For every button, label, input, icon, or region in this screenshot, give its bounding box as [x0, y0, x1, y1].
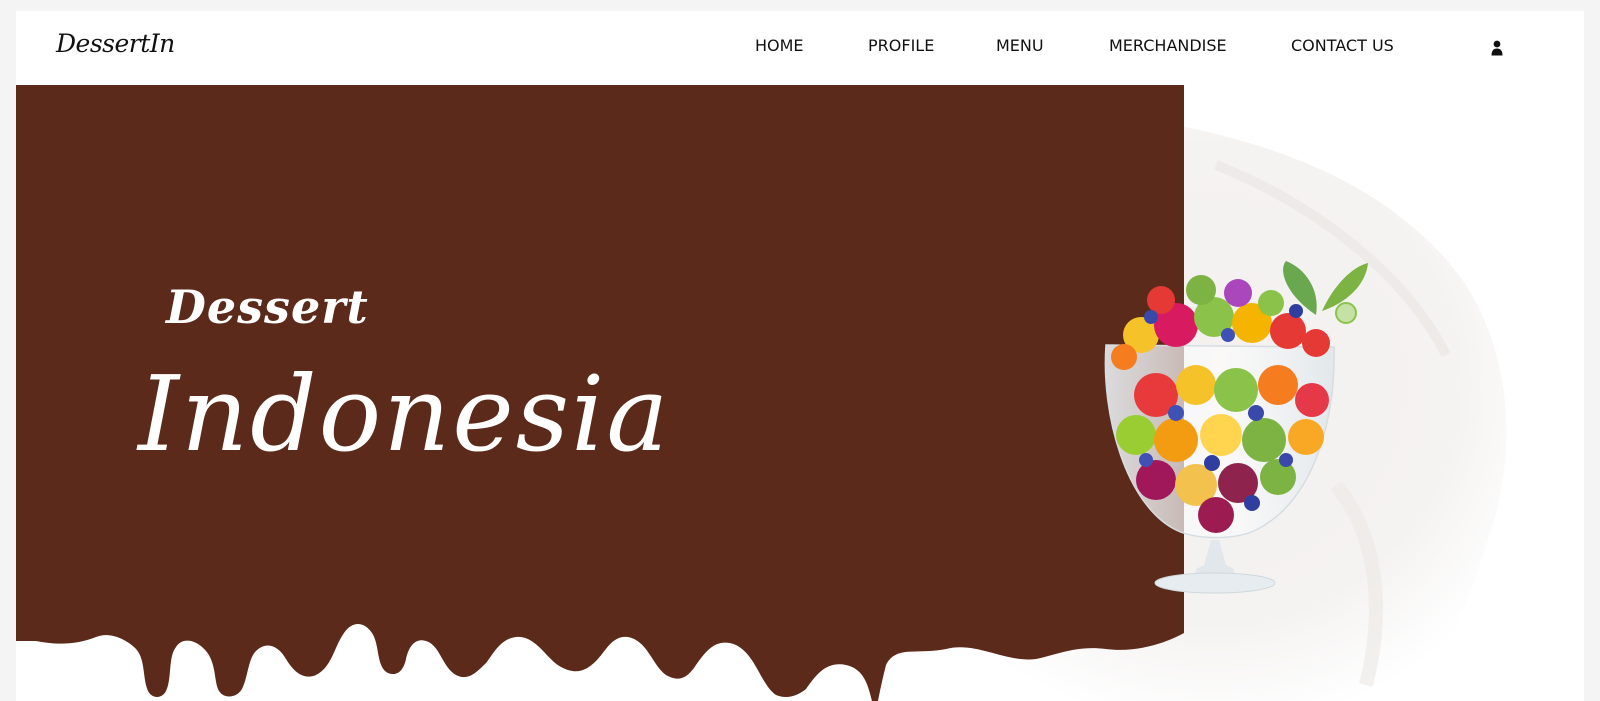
nav-menu[interactable]: MENU — [996, 36, 1044, 55]
nav-contact-us[interactable]: CONTACT US — [1291, 36, 1394, 55]
hero-banner: Dessert Indonesia — [16, 85, 1584, 701]
nav-profile[interactable]: PROFILE — [868, 36, 934, 55]
hero-title: Indonesia — [138, 353, 671, 475]
nav-merchandise[interactable]: MERCHANDISE — [1109, 36, 1227, 55]
hero-subtitle: Dessert — [166, 280, 369, 334]
nav-home[interactable]: HOME — [755, 36, 804, 55]
navbar: DessertIn HOME PROFILE MENU MERCHANDISE … — [16, 11, 1584, 85]
user-icon[interactable] — [1491, 40, 1503, 56]
brand-logo[interactable]: DessertIn — [56, 29, 175, 58]
page: DessertIn HOME PROFILE MENU MERCHANDISE … — [16, 11, 1584, 701]
